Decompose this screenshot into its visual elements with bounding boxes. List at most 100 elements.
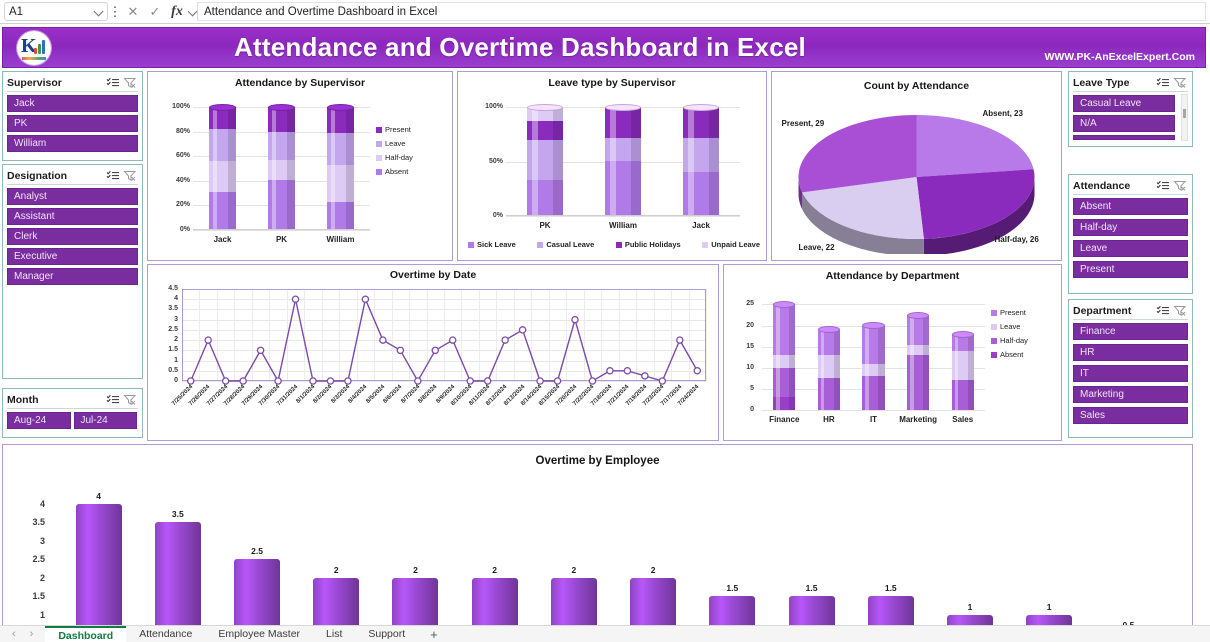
legend-swatch: [991, 351, 997, 358]
clear-filter-icon[interactable]: [123, 76, 138, 90]
data-point-marker: [221, 377, 230, 385]
y-axis-tick-label: 20: [746, 321, 754, 329]
chart-title: Leave type by Supervisor: [548, 77, 676, 89]
data-point-marker: [309, 377, 317, 385]
slicer-header: Supervisor: [7, 75, 138, 92]
y-axis-tick-label: 50%: [488, 157, 503, 165]
bar-cap: [906, 311, 930, 319]
multi-select-icon[interactable]: [1156, 76, 1171, 90]
slicer-attendance[interactable]: Attendance Absent Half-day Leave Present: [1068, 174, 1193, 294]
formula-input[interactable]: Attendance and Overtime Dashboard in Exc…: [197, 2, 1206, 21]
bar-stack: [951, 330, 975, 410]
sheet-tab-bar: ‹ › Dashboard Attendance Employee Master…: [0, 625, 1210, 642]
multi-select-icon[interactable]: [1156, 179, 1171, 193]
chart-title: Attendance by Department: [825, 270, 960, 282]
legend-swatch: [702, 241, 709, 248]
legend-swatch: [615, 241, 622, 248]
clear-filter-icon[interactable]: [123, 393, 138, 407]
chart-leave-type-by-supervisor[interactable]: Leave type by Supervisor 0% 50% 100% PK Will…: [457, 71, 767, 261]
y-axis-tick-label: 20%: [175, 201, 190, 209]
clear-filter-icon[interactable]: [1173, 179, 1188, 193]
sheet-tab-dashboard[interactable]: Dashboard: [45, 625, 127, 642]
slicer-item[interactable]: Absent: [1073, 198, 1188, 215]
slicer-supervisor[interactable]: Supervisor Jack PK William: [2, 71, 143, 161]
bar[interactable]: [234, 559, 280, 633]
slicer-designation[interactable]: Designation Analyst Assistant Clerk Exec…: [2, 164, 143, 379]
chart-overtime-by-date[interactable]: Overtime by Date 0 0.5 1 1.5 2 2.5 3 3.5 4 4.5 7/2…: [147, 264, 719, 441]
clear-filter-icon[interactable]: [123, 169, 138, 183]
clear-filter-icon[interactable]: [1173, 304, 1188, 318]
slicer-item[interactable]: Analyst: [7, 188, 138, 205]
legend-label: Leave: [385, 139, 406, 148]
bar-data-label: 1.5: [726, 583, 739, 593]
legend-swatch: [991, 309, 997, 316]
pie-slice[interactable]: [916, 115, 1034, 177]
y-axis-tick-label: 0%: [179, 226, 190, 233]
sheet-tab-attendance[interactable]: Attendance: [126, 626, 205, 642]
slicer-item[interactable]: Aug-24: [7, 412, 71, 429]
multi-select-icon[interactable]: [106, 393, 121, 407]
data-point-marker: [448, 336, 457, 344]
slicer-item[interactable]: Jul-24: [73, 412, 137, 429]
slicer-item[interactable]: William: [7, 135, 138, 152]
chart-count-by-attendance[interactable]: Count by Attendance Absent, 23 Half-day, …: [771, 71, 1062, 261]
slicer-item[interactable]: PK: [7, 115, 138, 132]
cancel-icon[interactable]: ✕: [122, 1, 144, 23]
add-sheet-button[interactable]: +: [418, 627, 450, 642]
bar-stack: [773, 300, 796, 410]
slicer-item[interactable]: Assistant: [7, 208, 138, 225]
slicer-scrollbar[interactable]: [1181, 94, 1188, 141]
slicer-item[interactable]: N/A: [1073, 115, 1175, 132]
pie-slice[interactable]: [916, 169, 1035, 239]
data-point-marker: [361, 295, 370, 303]
slicer-month[interactable]: Month Aug-24 Jul-24: [2, 388, 143, 438]
slicer-item-partial[interactable]: [1073, 135, 1175, 140]
chart-attendance-by-department[interactable]: Attendance by Department 0 5 10 15 20 25 Finan…: [723, 264, 1062, 441]
sheet-tab-support[interactable]: Support: [355, 626, 418, 642]
slicer-items-attendance: Absent Half-day Leave Present: [1073, 198, 1188, 278]
slicer-item[interactable]: Half-day: [1073, 219, 1188, 236]
sheet-tab-employee-master[interactable]: Employee Master: [205, 626, 313, 642]
chevron-left-icon[interactable]: ‹: [12, 628, 16, 640]
chevron-down-icon[interactable]: [94, 7, 103, 16]
bar[interactable]: [154, 522, 201, 633]
clear-filter-icon[interactable]: [1173, 76, 1188, 90]
slicer-items-supervisor: Jack PK William: [7, 95, 138, 152]
slicer-title-attendance: Attendance: [1073, 180, 1131, 192]
name-box[interactable]: A1: [4, 2, 108, 21]
slicer-item[interactable]: Casual Leave: [1073, 95, 1175, 112]
slicer-item[interactable]: Executive: [7, 248, 138, 265]
slicer-item[interactable]: Clerk: [7, 228, 138, 245]
bar[interactable]: [75, 503, 122, 633]
multi-select-icon[interactable]: [106, 169, 121, 183]
multi-select-icon[interactable]: [106, 76, 121, 90]
slicer-item[interactable]: IT: [1073, 365, 1188, 382]
slicer-leave-type[interactable]: Leave Type Casual Leave N/A: [1068, 71, 1193, 147]
check-icon[interactable]: ✓: [144, 1, 166, 23]
slicer-item[interactable]: Manager: [7, 268, 138, 285]
multi-select-icon[interactable]: [1156, 304, 1171, 318]
formula-expand-icon[interactable]: [188, 7, 197, 16]
slicer-item[interactable]: Present: [1073, 261, 1188, 278]
slicer-item[interactable]: Marketing: [1073, 386, 1188, 403]
chart-title: Overtime by Date: [389, 269, 477, 281]
worksheet-dashboard: K Attendance and Overtime Dashboard in E…: [0, 24, 1210, 642]
legend-item: Unpaid Leave: [702, 240, 760, 249]
slicer-title-department: Department: [1073, 305, 1132, 317]
more-options-icon[interactable]: ⋮: [108, 1, 122, 23]
insert-function-icon[interactable]: fx: [166, 1, 188, 23]
slicer-item[interactable]: Jack: [7, 95, 138, 112]
slicer-department[interactable]: Department Finance HR IT Marketing Sales: [1068, 299, 1193, 438]
y-axis-tick-label: 5: [750, 384, 754, 392]
slicer-item[interactable]: HR: [1073, 344, 1188, 361]
bar-data-label: 4: [96, 490, 101, 501]
slicer-item[interactable]: Finance: [1073, 323, 1188, 340]
data-point-marker: [204, 336, 212, 344]
chart-overtime-by-employee[interactable]: Overtime by Employee 1 1.5 2 2.5 3 3.5 4 4 3.5 2.…: [2, 444, 1193, 642]
chevron-right-icon[interactable]: ›: [30, 628, 34, 640]
slicer-item[interactable]: Leave: [1073, 240, 1188, 257]
gridline: [762, 410, 985, 411]
chart-attendance-by-supervisor[interactable]: Attendance by Supervisor 0% 20% 40% 60% 80% 1…: [147, 71, 453, 261]
slicer-item[interactable]: Sales: [1073, 407, 1188, 424]
sheet-tab-list[interactable]: List: [313, 626, 355, 642]
